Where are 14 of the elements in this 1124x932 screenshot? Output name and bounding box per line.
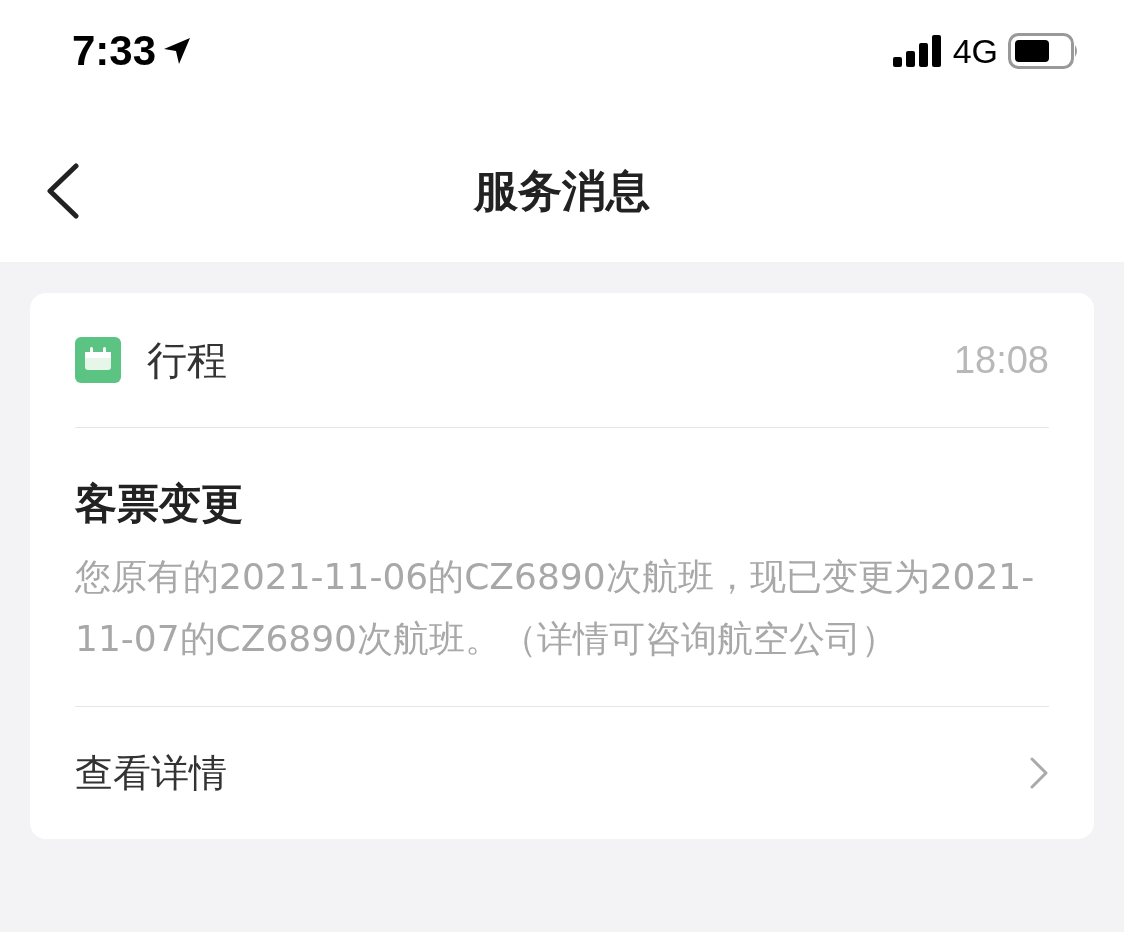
calendar-icon — [75, 337, 121, 383]
category-label: 行程 — [147, 335, 227, 385]
location-icon — [162, 36, 193, 66]
message-time: 18:08 — [953, 338, 1049, 382]
back-button[interactable] — [44, 163, 80, 219]
network-label: 4G — [952, 31, 998, 71]
status-time: 7:33 — [72, 27, 157, 75]
message-body: 您原有的2021-11-06的CZ6890次航班，现已变更为2021-11-07的CZ6890次航班。（详情可咨询航空公司） — [75, 555, 1036, 661]
nav-title: 服务消息 — [474, 163, 650, 218]
signal-icon — [892, 35, 943, 67]
battery-icon — [1008, 33, 1080, 69]
chevron-icon — [1029, 756, 1049, 790]
details-link[interactable]: 查看详情 — [75, 707, 1049, 839]
message-title: 客票变更 — [75, 478, 244, 530]
